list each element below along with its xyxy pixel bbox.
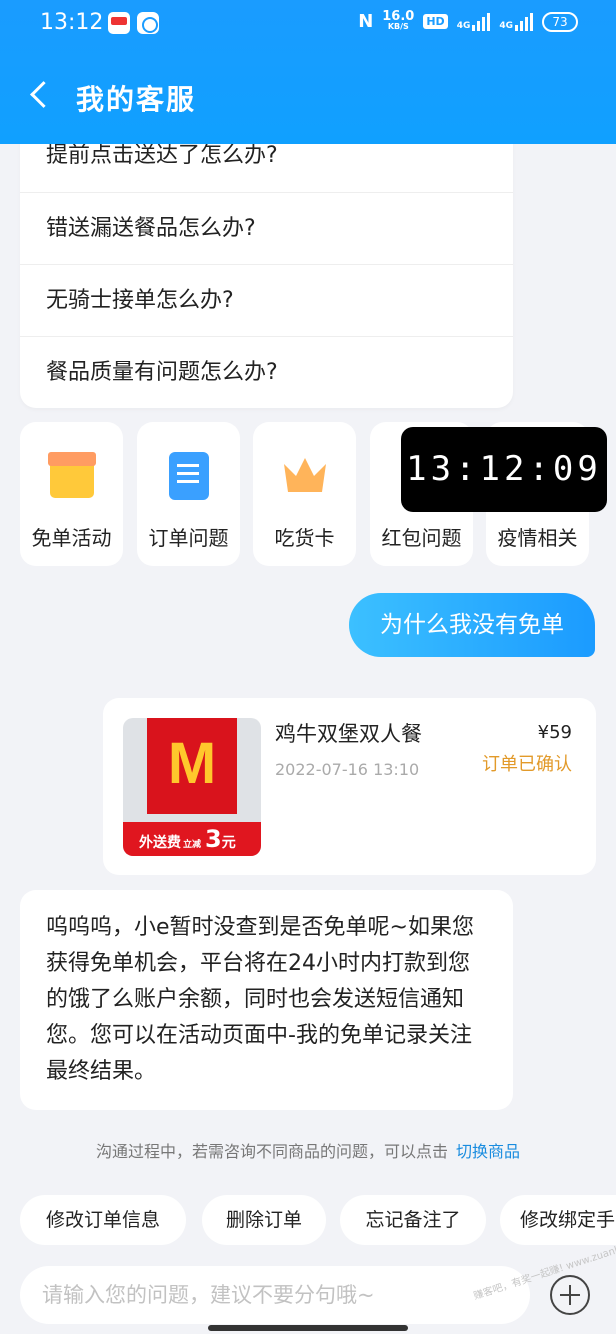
order-name: 鸡牛双堡双人餐 bbox=[275, 722, 422, 746]
network-speed: 16.0 KB/S bbox=[382, 8, 415, 31]
page-title: 我的客服 bbox=[76, 83, 197, 116]
delivery-fee-banner: 外送费 立减 3元 bbox=[123, 822, 261, 856]
faq-item[interactable]: 无骑士接单怎么办? bbox=[20, 264, 513, 336]
user-message-bubble: 为什么我没有免单 bbox=[349, 593, 595, 657]
bot-message-bubble: 呜呜呜，小e暂时没查到是否免单呢~如果您获得免单机会，平台将在24小时内打款到您… bbox=[20, 890, 513, 1110]
app-notification-icon-2 bbox=[137, 12, 159, 34]
switch-product-link[interactable]: 切换商品 bbox=[456, 1142, 520, 1161]
quick-action-label: 吃货卡 bbox=[274, 526, 335, 550]
chip-modify-binding[interactable]: 修改绑定手 bbox=[500, 1195, 616, 1245]
quick-action-label: 免单活动 bbox=[31, 526, 112, 550]
order-card[interactable]: M 外送费 立减 3元 鸡牛双堡双人餐 2022-07-16 13:10 ¥59 订… bbox=[103, 698, 596, 875]
order-status: 订单已确认 bbox=[482, 754, 572, 775]
nfc-icon: N bbox=[358, 11, 374, 32]
message-input-bar bbox=[20, 1266, 530, 1324]
switch-product-hint: 沟通过程中，若需咨询不同商品的问题，可以点击 切换商品 bbox=[0, 1138, 616, 1162]
quick-action-label: 疫情相关 bbox=[497, 526, 578, 550]
hint-text: 沟通过程中，若需咨询不同商品的问题，可以点击 bbox=[95, 1142, 448, 1161]
chip-forgot-note[interactable]: 忘记备注了 bbox=[340, 1195, 486, 1245]
app-header: 13:12 N 16.0 KB/S HD 4G 4G 73 我的客服 bbox=[0, 0, 616, 144]
status-indicators: N 16.0 KB/S HD 4G 4G 73 bbox=[358, 8, 578, 32]
signal-icon-2: 4G bbox=[499, 12, 533, 31]
app-notification-icon bbox=[108, 12, 130, 34]
quick-action-label: 订单问题 bbox=[148, 526, 229, 550]
faq-item[interactable]: 错送漏送餐品怎么办? bbox=[20, 192, 513, 264]
home-indicator bbox=[208, 1325, 408, 1331]
quick-action-free-order[interactable]: 免单活动 bbox=[20, 422, 123, 566]
faq-item[interactable]: 餐品质量有问题怎么办? bbox=[20, 336, 513, 408]
hd-icon: HD bbox=[423, 14, 448, 29]
battery-icon: 73 bbox=[542, 11, 578, 32]
mcdonalds-logo-mark: M bbox=[167, 731, 217, 796]
order-thumbnail: M 外送费 立减 3元 bbox=[123, 718, 261, 856]
back-button[interactable] bbox=[24, 76, 60, 116]
chip-delete-order[interactable]: 删除订单 bbox=[202, 1195, 326, 1245]
status-time: 13:12 bbox=[40, 10, 104, 35]
order-time: 2022-07-16 13:10 bbox=[275, 760, 420, 779]
message-input[interactable] bbox=[20, 1266, 530, 1324]
crown-icon bbox=[284, 458, 326, 492]
chip-modify-order[interactable]: 修改订单信息 bbox=[20, 1195, 186, 1245]
signal-icon-1: 4G bbox=[457, 12, 491, 31]
document-icon bbox=[169, 452, 209, 500]
quick-action-label: 红包问题 bbox=[381, 526, 462, 550]
plus-icon[interactable] bbox=[550, 1275, 590, 1315]
order-price: ¥59 bbox=[537, 722, 572, 743]
quick-action-foodie-card[interactable]: 吃货卡 bbox=[253, 422, 356, 566]
floating-clock-overlay: 13:12:09 bbox=[401, 427, 607, 512]
faq-card: 提前点击送达了怎么办? 错送漏送餐品怎么办? 无骑士接单怎么办? 餐品质量有问题… bbox=[20, 110, 513, 408]
gift-icon bbox=[48, 452, 96, 498]
status-bar: 13:12 N 16.0 KB/S HD 4G 4G 73 bbox=[0, 0, 616, 48]
quick-action-order-issue[interactable]: 订单问题 bbox=[137, 422, 240, 566]
